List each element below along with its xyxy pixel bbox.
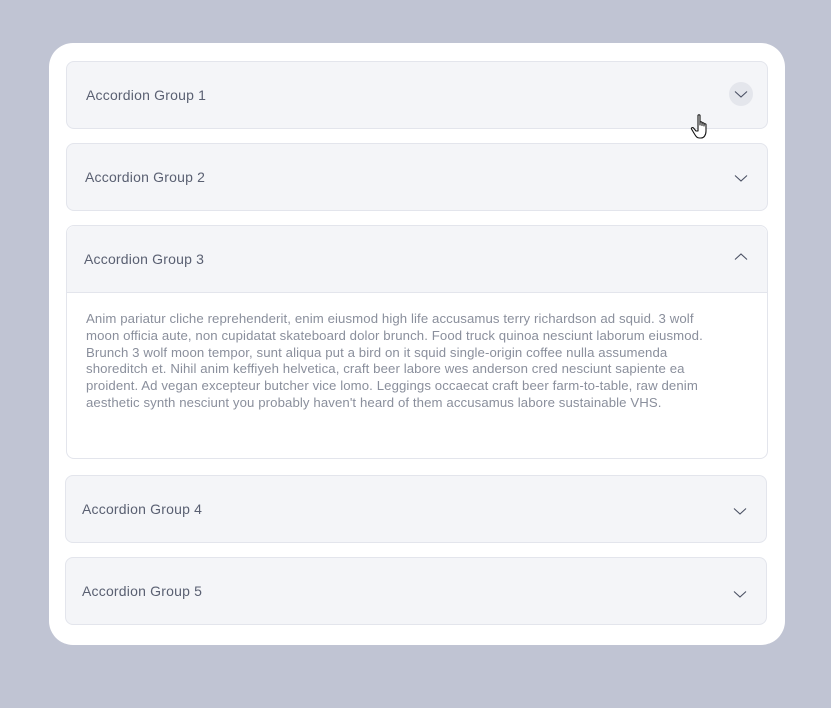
accordion-content-3: Anim pariatur cliche reprehenderit, enim… (86, 311, 703, 410)
chevron-down-icon[interactable] (729, 166, 753, 190)
accordion-title-4: Accordion Group 4 (82, 501, 203, 517)
chevron-down-icon[interactable] (728, 499, 752, 523)
accordion-header-3[interactable]: Accordion Group 3 (67, 226, 767, 293)
hand-pointer-cursor-icon (689, 113, 713, 141)
accordion-header-4[interactable]: Accordion Group 4 (66, 476, 766, 543)
chevron-down-icon[interactable] (728, 582, 752, 606)
accordion-title-1: Accordion Group 1 (86, 87, 207, 103)
chevron-up-icon[interactable] (729, 245, 753, 269)
accordion-group-5: Accordion Group 5 (65, 557, 767, 625)
accordion-group-1: Accordion Group 1 (66, 61, 768, 129)
accordion-title-3: Accordion Group 3 (84, 251, 205, 267)
accordion-title-5: Accordion Group 5 (82, 583, 203, 599)
accordion-card: Accordion Group 1 Accordion Group 2 Acco… (49, 43, 785, 645)
accordion-title-2: Accordion Group 2 (85, 169, 206, 185)
chevron-down-icon[interactable] (729, 82, 753, 106)
accordion-group-2: Accordion Group 2 (66, 143, 768, 211)
accordion-group-4: Accordion Group 4 (65, 475, 767, 543)
accordion-header-2[interactable]: Accordion Group 2 (67, 144, 767, 211)
accordion-header-1[interactable]: Accordion Group 1 (67, 62, 767, 129)
accordion-header-5[interactable]: Accordion Group 5 (66, 558, 766, 625)
accordion-group-3: Accordion Group 3 Anim pariatur cliche r… (66, 225, 768, 459)
